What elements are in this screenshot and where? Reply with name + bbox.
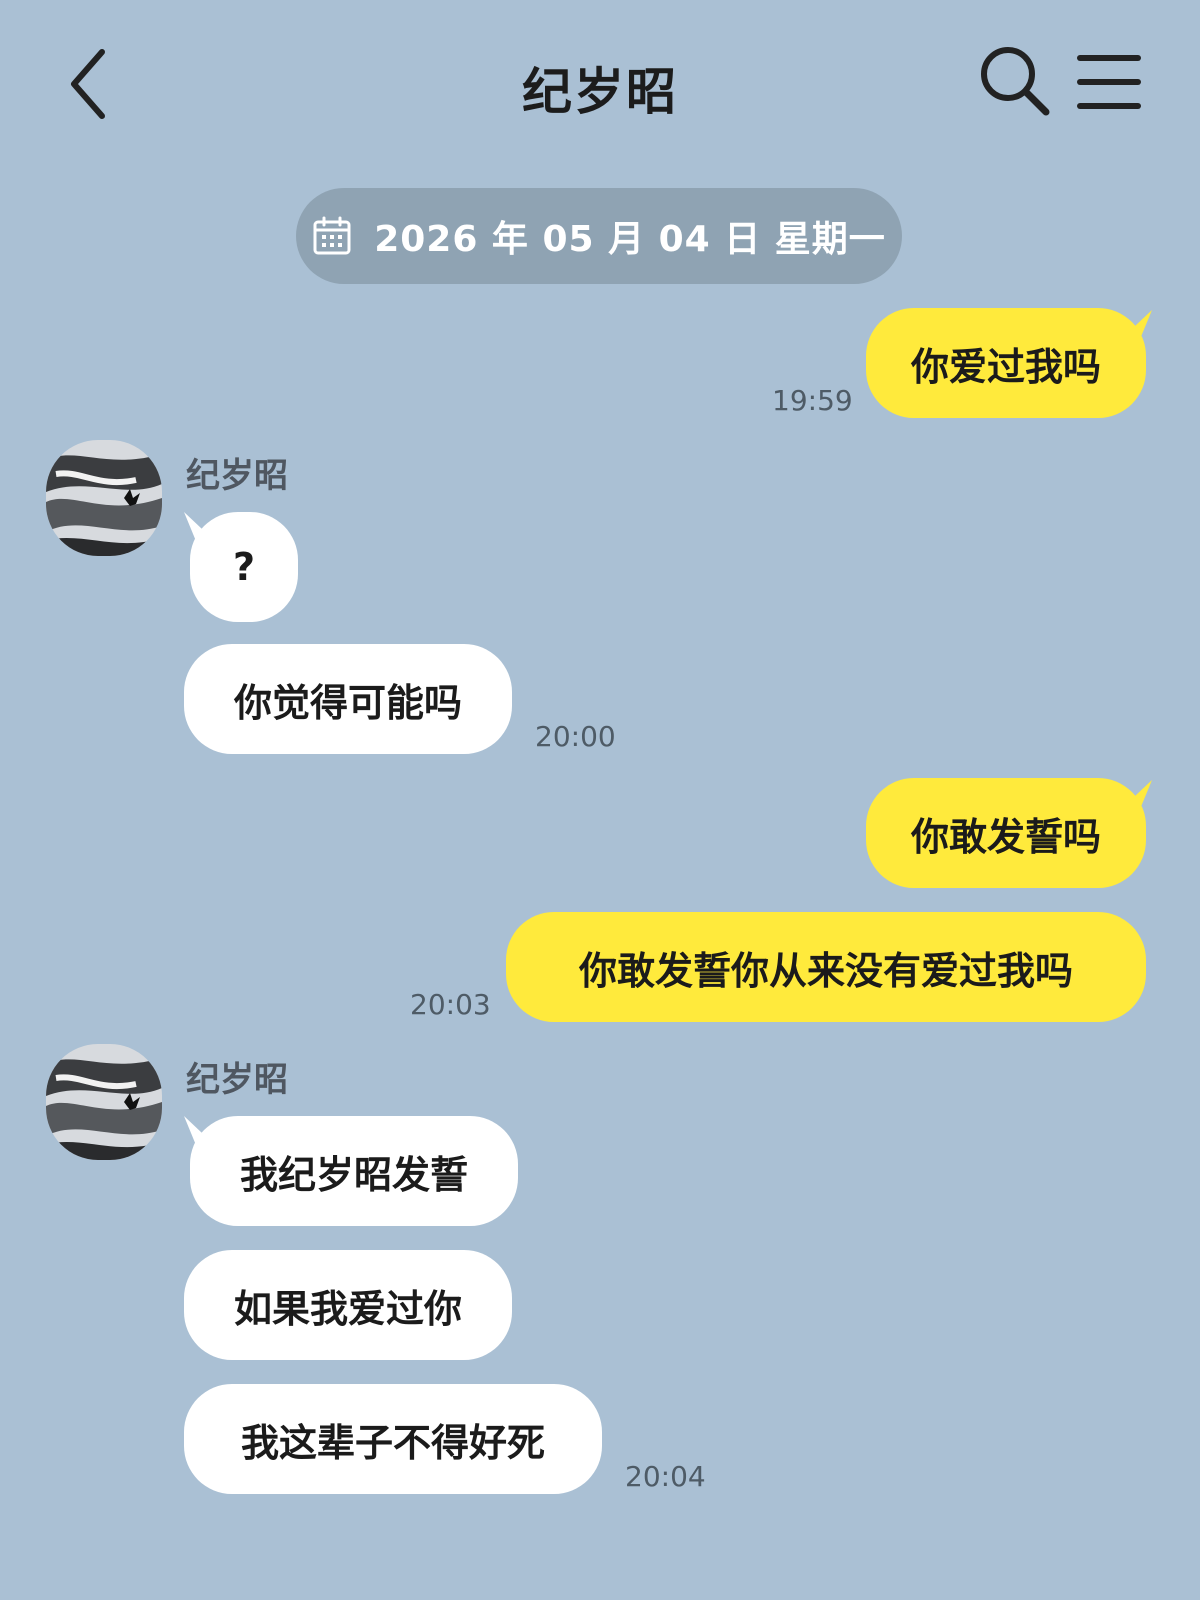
message-bubble-outgoing[interactable]: 你爱过我吗 xyxy=(866,308,1146,418)
avatar-image xyxy=(46,1044,162,1160)
message-time: 20:04 xyxy=(625,1460,706,1493)
menu-button[interactable] xyxy=(1076,52,1142,112)
message-text: 如果我爱过你 xyxy=(233,1286,462,1331)
chat-header: 纪岁昭 xyxy=(0,0,1200,170)
message-time: 19:59 xyxy=(772,384,853,417)
menu-icon xyxy=(1077,55,1141,109)
search-button[interactable] xyxy=(978,44,1052,118)
search-icon xyxy=(981,47,1050,116)
message-text: 你敢发誓吗 xyxy=(910,814,1101,859)
message-text: 我纪岁昭发誓 xyxy=(239,1152,468,1197)
sender-name: 纪岁昭 xyxy=(186,456,288,496)
avatar-image xyxy=(46,440,162,556)
message-text: 你爱过我吗 xyxy=(910,344,1101,389)
avatar[interactable] xyxy=(46,440,162,556)
message-bubble-incoming[interactable]: 我纪岁昭发誓 xyxy=(190,1116,518,1226)
message-bubble-outgoing[interactable]: 你敢发誓吗 xyxy=(866,778,1146,888)
date-text: 2026 年 05 月 04 日 星期一 xyxy=(374,219,886,260)
calendar-icon xyxy=(313,216,351,255)
message-text: 你觉得可能吗 xyxy=(233,680,462,725)
sender-name: 纪岁昭 xyxy=(186,1060,288,1100)
avatar[interactable] xyxy=(46,1044,162,1160)
message-bubble-incoming[interactable]: 你觉得可能吗 xyxy=(184,644,512,754)
message-text: ? xyxy=(232,545,256,589)
message-bubble-incoming[interactable]: ? xyxy=(190,512,298,622)
message-text: 你敢发誓你从来没有爱过我吗 xyxy=(578,948,1073,993)
message-time: 20:00 xyxy=(535,720,616,753)
message-bubble-incoming[interactable]: 如果我爱过你 xyxy=(184,1250,512,1360)
message-bubble-incoming[interactable]: 我这辈子不得好死 xyxy=(184,1384,602,1494)
message-bubble-outgoing[interactable]: 你敢发誓你从来没有爱过我吗 xyxy=(506,912,1146,1022)
message-time: 20:03 xyxy=(410,988,491,1021)
date-divider: 2026 年 05 月 04 日 星期一 xyxy=(296,188,902,284)
message-text: 我这辈子不得好死 xyxy=(240,1420,545,1465)
